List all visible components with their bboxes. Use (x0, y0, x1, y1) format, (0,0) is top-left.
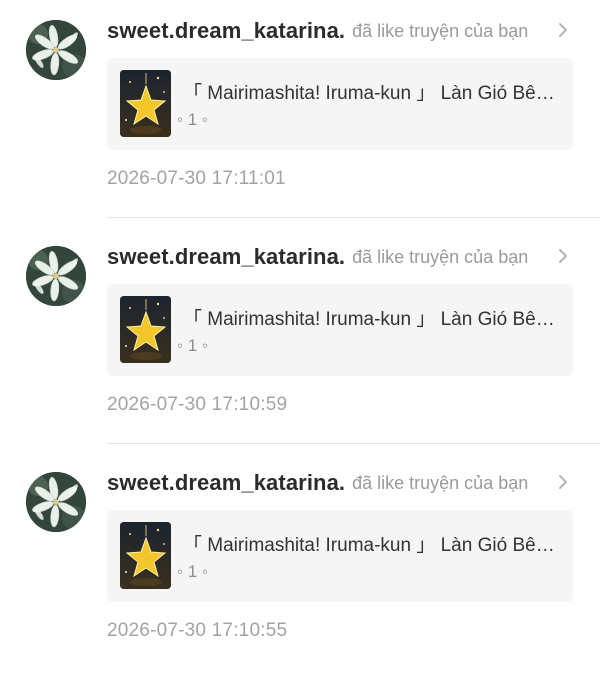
action-text: đã like truyện của bạn (352, 246, 529, 267)
user-avatar[interactable] (26, 246, 86, 306)
notification-item[interactable]: sweet.dream_katarina. đã like truyện của… (0, 226, 600, 452)
story-title[interactable]: 「 Mairimashita! Iruma-kun 」 Làn Gió Bên … (183, 530, 561, 557)
chevron-right-icon[interactable] (556, 246, 570, 266)
user-avatar[interactable] (26, 472, 86, 532)
story-meta: ◦ 1 ◦ (177, 562, 208, 581)
story-card[interactable]: 「 Mairimashita! Iruma-kun 」 Làn Gió Bên … (107, 510, 573, 602)
action-text: đã like truyện của bạn (352, 472, 529, 493)
chevron-right-icon[interactable] (556, 472, 570, 492)
timestamp: 2026-07-30 17:10:55 (107, 620, 288, 641)
story-meta: ◦ 1 ◦ (177, 336, 208, 355)
story-meta: ◦ 1 ◦ (177, 110, 208, 129)
notification-item[interactable]: sweet.dream_katarina. đã like truyện của… (0, 0, 600, 226)
divider (107, 217, 600, 218)
story-card[interactable]: 「 Mairimashita! Iruma-kun 」 Làn Gió Bên … (107, 58, 573, 150)
notification-item[interactable]: sweet.dream_katarina. đã like truyện của… (0, 452, 600, 678)
story-cover[interactable] (120, 522, 171, 589)
divider (107, 443, 600, 444)
story-cover[interactable] (120, 296, 171, 363)
chevron-right-icon[interactable] (556, 20, 570, 40)
timestamp: 2026-07-30 17:10:59 (107, 394, 288, 415)
notification-header: sweet.dream_katarina. đã like truyện của… (107, 468, 577, 498)
story-cover[interactable] (120, 70, 171, 137)
timestamp: 2026-07-30 17:11:01 (107, 168, 286, 189)
username-link[interactable]: sweet.dream_katarina. (107, 244, 345, 270)
username-link[interactable]: sweet.dream_katarina. (107, 470, 345, 496)
story-title[interactable]: 「 Mairimashita! Iruma-kun 」 Làn Gió Bên … (183, 304, 561, 331)
action-text: đã like truyện của bạn (352, 20, 529, 41)
user-avatar[interactable] (26, 20, 86, 80)
story-title[interactable]: 「 Mairimashita! Iruma-kun 」 Làn Gió Bên … (183, 78, 561, 105)
notification-header: sweet.dream_katarina. đã like truyện của… (107, 242, 577, 272)
username-link[interactable]: sweet.dream_katarina. (107, 18, 345, 44)
notification-header: sweet.dream_katarina. đã like truyện của… (107, 16, 577, 46)
story-card[interactable]: 「 Mairimashita! Iruma-kun 」 Làn Gió Bên … (107, 284, 573, 376)
